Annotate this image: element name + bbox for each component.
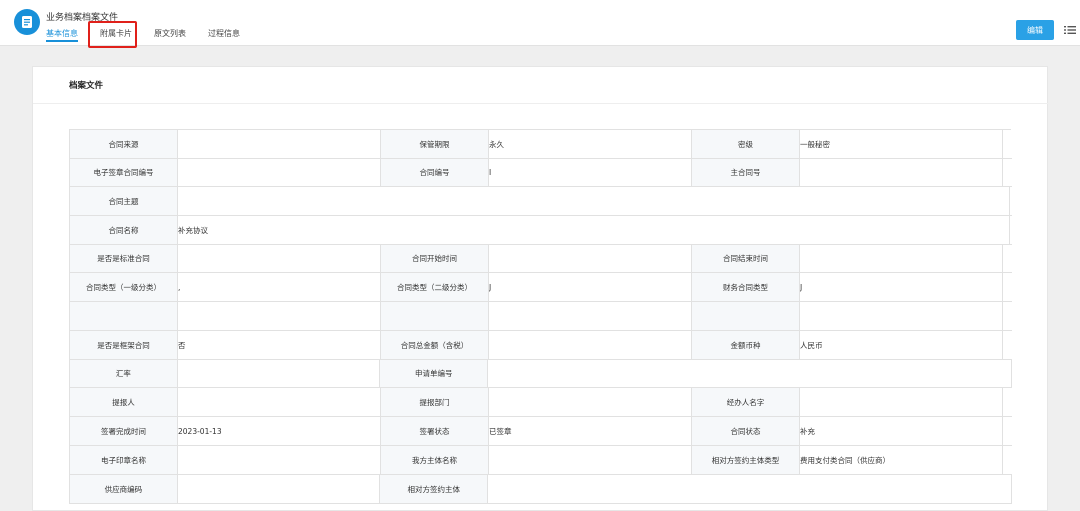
list-menu-icon[interactable]: [1064, 24, 1076, 36]
table-row: 提报人 提报部门 经办人名字: [70, 388, 1012, 417]
field-value: [800, 159, 1003, 186]
field-label: 合同总金额（含税）: [381, 331, 489, 359]
field-value: 已签章: [489, 417, 692, 445]
card-divider: [33, 103, 1049, 104]
tab-bar: 基本信息 附属卡片 原文列表 过程信息: [46, 28, 262, 44]
field-label: 相对方签约主体类型: [692, 446, 800, 474]
field-value: 费用支付类合同（供应商）: [800, 446, 1003, 474]
field-value: [489, 446, 692, 474]
field-value: [489, 331, 692, 359]
field-value: [178, 130, 381, 158]
table-row: 电子印章名称 我方主体名称 相对方签约主体类型 费用支付类合同（供应商）: [70, 446, 1012, 475]
field-value: 一般秘密: [800, 130, 1003, 158]
field-value: [800, 245, 1003, 272]
table-row: 供应商编码 相对方签约主体: [70, 475, 1012, 504]
field-label: 提报人: [70, 388, 178, 416]
field-label: 合同类型（二级分类）: [381, 273, 489, 301]
field-label: 相对方签约主体: [380, 475, 489, 503]
field-value: [488, 360, 1012, 387]
field-value: [178, 187, 1010, 215]
field-label: 经办人名字: [692, 388, 800, 416]
document-icon: [14, 9, 40, 35]
field-value: [178, 446, 381, 474]
table-row: 汇率 申请单编号: [70, 360, 1012, 388]
field-label: 签署状态: [381, 417, 489, 445]
field-value: [178, 245, 381, 272]
field-label: 合同类型（一级分类）: [70, 273, 178, 301]
field-value: [178, 159, 381, 186]
field-value: J: [800, 273, 1003, 301]
table-row: 是否是框架合同否合同总金额（含税） 金额币种 人民币: [70, 331, 1012, 360]
field-value: J: [489, 273, 692, 301]
field-label: 合同来源: [70, 130, 178, 158]
field-value: 人民币: [800, 331, 1003, 359]
table-row: 合同类型（一级分类）, 合同类型（二级分类） J 财务合同类型 J: [70, 273, 1012, 302]
table-row: 合同名称 补充协议: [70, 216, 1012, 245]
field-value: [800, 302, 1003, 330]
field-label: 保管期限: [381, 130, 489, 158]
card-title: 档案文件: [69, 81, 104, 91]
field-label: 电子印章名称: [70, 446, 178, 474]
field-label: [70, 302, 178, 330]
edit-button[interactable]: 编辑: [1016, 20, 1054, 40]
app-title: 业务档案档案文件: [46, 13, 119, 23]
field-value: [800, 388, 1003, 416]
field-label: 密级: [692, 130, 800, 158]
field-label: [692, 302, 800, 330]
tab-original-list[interactable]: 原文列表: [154, 28, 186, 42]
field-value: [178, 302, 381, 330]
tab-basic-info[interactable]: 基本信息: [46, 28, 78, 42]
field-value: [178, 388, 381, 416]
field-label: 是否是框架合同: [70, 331, 178, 359]
field-label: 主合同号: [692, 159, 800, 186]
field-value: [177, 360, 381, 387]
field-label: 合同名称: [70, 216, 178, 244]
field-label: 供应商编码: [70, 475, 178, 503]
field-label: 金额币种: [692, 331, 800, 359]
field-value: [489, 245, 692, 272]
archive-info-table: 合同来源 保管期限 永久 密级 一般秘密电子签章合同编号 合同编号 I 主合同号合同主题 合同名…: [69, 129, 1012, 504]
field-value: ,: [178, 273, 381, 301]
field-value: [488, 475, 1012, 503]
table-row: 合同来源 保管期限 永久 密级 一般秘密: [70, 130, 1012, 159]
field-value: [489, 388, 692, 416]
tab-attached-cards[interactable]: 附属卡片: [100, 28, 132, 42]
field-label: 合同状态: [692, 417, 800, 445]
tab-process-info[interactable]: 过程信息: [208, 28, 240, 42]
field-label: 签署完成时间: [70, 417, 178, 445]
field-label: 汇率: [70, 360, 178, 387]
field-label: 我方主体名称: [381, 446, 489, 474]
field-label: [381, 302, 489, 330]
field-label: 财务合同类型: [692, 273, 800, 301]
archive-file-card: 档案文件 合同来源 保管期限 永久 密级 一般秘密 电子签章合同编号 合同编号 I 主合同号 合同…: [32, 66, 1049, 511]
table-row: 是否是标准合同 合同开始时间 合同结束时间: [70, 245, 1012, 273]
field-label: 合同主题: [70, 187, 178, 215]
field-value: 否: [178, 331, 381, 359]
field-label: 合同结束时间: [692, 245, 800, 272]
field-label: 是否是标准合同: [70, 245, 178, 272]
field-value: [177, 475, 381, 503]
field-value: 2023-01-13: [178, 417, 381, 445]
table-row: 合同主题: [70, 187, 1012, 216]
field-value: I: [489, 159, 692, 186]
field-value: 补充: [800, 417, 1003, 445]
field-label: 合同编号: [381, 159, 489, 186]
table-row: [70, 302, 1012, 331]
field-label: 提报部门: [381, 388, 489, 416]
field-value: 永久: [489, 130, 692, 158]
field-value: [489, 302, 692, 330]
field-label: 合同开始时间: [381, 245, 489, 272]
table-row: 签署完成时间 2023-01-13 签署状态 已签章 合同状态 补充: [70, 417, 1012, 446]
field-label: 申请单编号: [380, 360, 489, 387]
table-row: 电子签章合同编号 合同编号 I 主合同号: [70, 159, 1012, 187]
field-label: 电子签章合同编号: [70, 159, 178, 186]
field-value: 补充协议: [178, 216, 1010, 244]
top-bar: 业务档案档案文件 基本信息 附属卡片 原文列表 过程信息 编辑: [0, 0, 1080, 48]
